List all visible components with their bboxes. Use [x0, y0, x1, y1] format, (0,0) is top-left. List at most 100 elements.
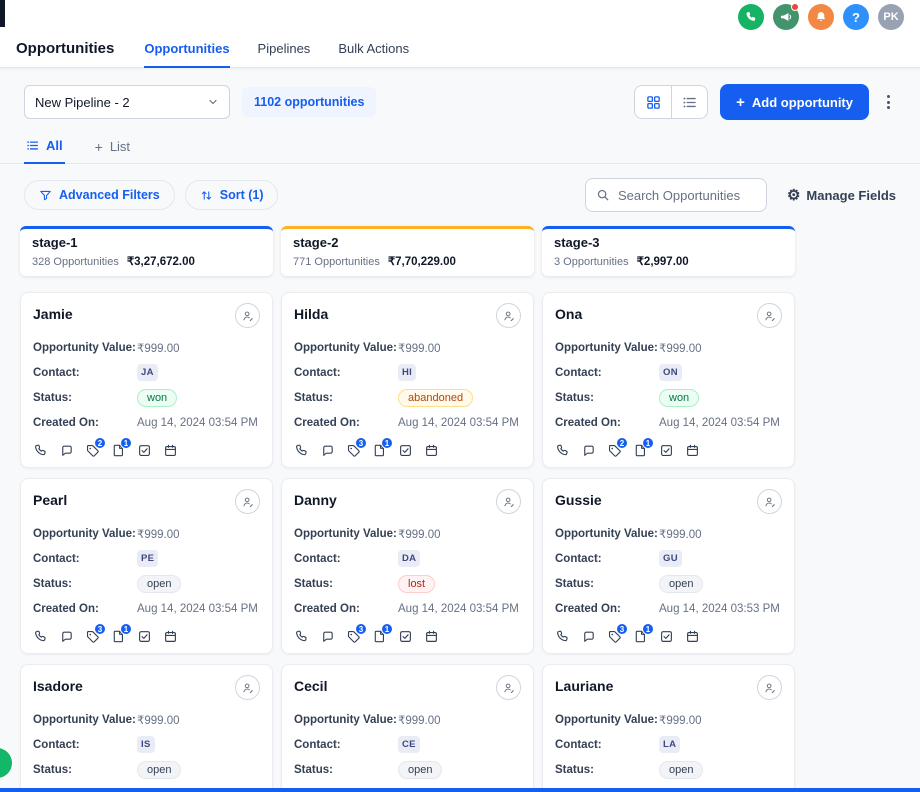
opportunity-card[interactable]: Gussie Opportunity Value: ₹999.00 Contac…: [542, 478, 795, 654]
pipeline-select[interactable]: New Pipeline - 2: [24, 85, 230, 119]
assign-user-button[interactable]: [496, 489, 521, 514]
more-options-button[interactable]: [881, 91, 896, 113]
assign-user-button[interactable]: [496, 303, 521, 328]
help-button[interactable]: ?: [843, 4, 869, 30]
tag-icon[interactable]: 3: [85, 629, 100, 644]
notes-icon[interactable]: 1: [633, 629, 648, 644]
status-label: Status:: [555, 578, 659, 590]
opportunity-card[interactable]: Pearl Opportunity Value: ₹999.00 Contact…: [20, 478, 273, 654]
assign-user-button[interactable]: [757, 489, 782, 514]
contact-avatar[interactable]: HI: [398, 364, 416, 381]
assign-user-button[interactable]: [235, 303, 260, 328]
dialer-button[interactable]: [738, 4, 764, 30]
contact-avatar[interactable]: GU: [659, 550, 682, 567]
stage-header-row: stage-1 328 Opportunities ₹3,27,672.00 s…: [0, 224, 920, 276]
notifications-button[interactable]: [808, 4, 834, 30]
message-icon[interactable]: [581, 629, 596, 644]
tasks-icon[interactable]: [137, 443, 152, 458]
horizontal-scrollbar[interactable]: [0, 788, 920, 792]
value-row: Opportunity Value: ₹999.00: [294, 521, 521, 546]
call-icon[interactable]: [294, 629, 309, 644]
sort-button[interactable]: Sort (1): [185, 180, 279, 210]
contact-avatar[interactable]: CE: [398, 736, 420, 753]
search-input[interactable]: [618, 188, 756, 203]
assign-user-button[interactable]: [496, 675, 521, 700]
tasks-icon[interactable]: [659, 443, 674, 458]
tasks-icon[interactable]: [659, 629, 674, 644]
advanced-filters-button[interactable]: Advanced Filters: [24, 180, 175, 210]
call-icon[interactable]: [33, 443, 48, 458]
contact-row: Contact: PE: [33, 546, 260, 571]
calendar-icon[interactable]: [685, 443, 700, 458]
contact-avatar[interactable]: JA: [137, 364, 158, 381]
announcements-button[interactable]: [773, 4, 799, 30]
assign-user-button[interactable]: [757, 303, 782, 328]
call-icon[interactable]: [555, 629, 570, 644]
call-icon[interactable]: [294, 443, 309, 458]
created-label: Created On:: [294, 417, 398, 429]
add-opportunity-button[interactable]: + Add opportunity: [720, 84, 869, 120]
tab-all[interactable]: All: [24, 132, 65, 164]
user-avatar[interactable]: PK: [878, 4, 904, 30]
tab-opportunities[interactable]: Opportunities: [144, 30, 229, 68]
assign-user-button[interactable]: [757, 675, 782, 700]
message-icon[interactable]: [59, 629, 74, 644]
stage-header-card[interactable]: stage-1 328 Opportunities ₹3,27,672.00: [20, 226, 273, 276]
list-view-button[interactable]: [671, 86, 707, 118]
tag-count-badge: 3: [94, 623, 106, 635]
calendar-icon[interactable]: [685, 629, 700, 644]
notes-icon[interactable]: 1: [111, 629, 126, 644]
notes-icon[interactable]: 1: [372, 443, 387, 458]
notes-icon[interactable]: 1: [633, 443, 648, 458]
opportunity-card[interactable]: Isadore Opportunity Value: ₹999.00 Conta…: [20, 664, 273, 792]
value-label: Opportunity Value:: [33, 342, 137, 354]
contact-label: Contact:: [33, 739, 137, 751]
created-row: Created On: Aug 14, 2024 03:53 PM (...: [555, 596, 782, 621]
message-icon[interactable]: [59, 443, 74, 458]
contact-avatar[interactable]: IS: [137, 736, 155, 753]
calendar-icon[interactable]: [424, 443, 439, 458]
stage-header-card[interactable]: stage-3 3 Opportunities ₹2,997.00: [542, 226, 795, 276]
contact-avatar[interactable]: ON: [659, 364, 682, 381]
tab-pipelines[interactable]: Pipelines: [258, 30, 311, 68]
message-icon[interactable]: [581, 443, 596, 458]
tag-icon[interactable]: 2: [607, 443, 622, 458]
tasks-icon[interactable]: [398, 443, 413, 458]
contact-row: Contact: CE: [294, 732, 521, 757]
tab-bulk-actions[interactable]: Bulk Actions: [338, 30, 409, 68]
manage-fields-button[interactable]: ⚙ Manage Fields: [787, 188, 896, 203]
status-label: Status:: [33, 578, 137, 590]
assign-user-button[interactable]: [235, 489, 260, 514]
grid-view-button[interactable]: [635, 86, 671, 118]
notes-icon[interactable]: 1: [111, 443, 126, 458]
opportunity-card[interactable]: Ona Opportunity Value: ₹999.00 Contact: …: [542, 292, 795, 468]
calendar-icon[interactable]: [163, 443, 178, 458]
stage-header-card[interactable]: stage-2 771 Opportunities ₹7,70,229.00: [281, 226, 534, 276]
contact-avatar[interactable]: DA: [398, 550, 420, 567]
tasks-icon[interactable]: [398, 629, 413, 644]
tasks-icon[interactable]: [137, 629, 152, 644]
calendar-icon[interactable]: [424, 629, 439, 644]
calendar-icon[interactable]: [163, 629, 178, 644]
tag-icon[interactable]: 3: [607, 629, 622, 644]
opportunity-card[interactable]: Lauriane Opportunity Value: ₹999.00 Cont…: [542, 664, 795, 792]
contact-avatar[interactable]: LA: [659, 736, 680, 753]
sort-arrows-icon: [200, 189, 213, 202]
opportunity-card[interactable]: Danny Opportunity Value: ₹999.00 Contact…: [281, 478, 534, 654]
notes-icon[interactable]: 1: [372, 629, 387, 644]
opportunity-card[interactable]: Hilda Opportunity Value: ₹999.00 Contact…: [281, 292, 534, 468]
message-icon[interactable]: [320, 629, 335, 644]
tag-icon[interactable]: 3: [346, 629, 361, 644]
assign-user-button[interactable]: [235, 675, 260, 700]
opportunity-card[interactable]: Cecil Opportunity Value: ₹999.00 Contact…: [281, 664, 534, 792]
contact-avatar[interactable]: PE: [137, 550, 158, 567]
tag-icon[interactable]: 3: [346, 443, 361, 458]
message-icon[interactable]: [320, 443, 335, 458]
person-edit-icon: [502, 495, 516, 509]
opportunity-card[interactable]: Jamie Opportunity Value: ₹999.00 Contact…: [20, 292, 273, 468]
opportunity-value: ₹999.00: [137, 341, 180, 355]
call-icon[interactable]: [555, 443, 570, 458]
call-icon[interactable]: [33, 629, 48, 644]
tag-icon[interactable]: 2: [85, 443, 100, 458]
add-list-button[interactable]: + List: [93, 133, 132, 163]
